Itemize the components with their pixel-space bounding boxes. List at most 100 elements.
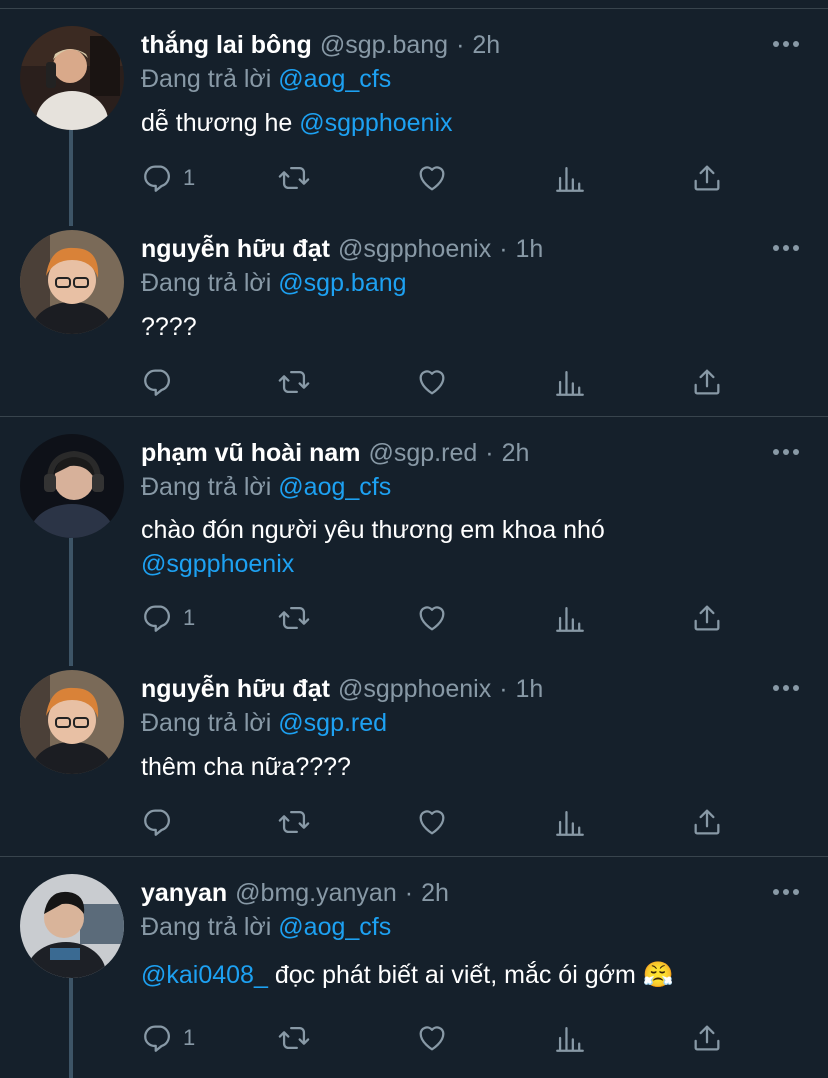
tweet-text: dễ thương he @sgpphoenix: [141, 106, 781, 140]
share-icon: [690, 1021, 724, 1055]
display-name[interactable]: nguyễn hữu đạt: [141, 675, 330, 703]
analytics-button[interactable]: [553, 1020, 587, 1056]
separator-dot: ·: [499, 235, 508, 263]
tweet-text-body: đọc phát biết ai viết, mắc ói gớm 😤: [274, 961, 674, 989]
like-icon: [415, 161, 449, 195]
replying-to-link[interactable]: @aog_cfs: [278, 65, 391, 93]
user-handle[interactable]: @sgp.red: [368, 439, 477, 467]
analytics-button[interactable]: [553, 364, 587, 400]
share-button[interactable]: [690, 160, 724, 196]
reply-button[interactable]: [141, 804, 183, 840]
replying-label: Đang trả lời: [141, 473, 272, 501]
tweet-header: nguyễn hữu đạt @sgpphoenix · 1h: [141, 234, 543, 264]
retweet-icon: [277, 601, 311, 635]
mention-link[interactable]: @sgpphoenix: [141, 550, 294, 578]
replying-to-link[interactable]: @aog_cfs: [278, 913, 391, 941]
timestamp[interactable]: 1h: [516, 235, 544, 263]
avatar[interactable]: [20, 874, 124, 978]
retweet-button[interactable]: [277, 160, 311, 196]
tweet-text-body: dễ thương he: [141, 109, 293, 137]
mention-link[interactable]: @kai0408_: [141, 961, 268, 989]
timestamp[interactable]: 1h: [516, 675, 544, 703]
replying-to: Đang trả lời @aog_cfs: [141, 912, 391, 942]
display-name[interactable]: yanyan: [141, 879, 227, 907]
tweet-text: @kai0408_ đọc phát biết ai viết, mắc ói …: [141, 958, 781, 992]
reply-button[interactable]: 1: [141, 1020, 195, 1056]
more-icon[interactable]: [771, 442, 801, 462]
display-name[interactable]: phạm vũ hoài nam: [141, 439, 360, 467]
share-button[interactable]: [690, 600, 724, 636]
mention-link[interactable]: @sgpphoenix: [299, 109, 452, 137]
tweet-actions: [141, 804, 741, 844]
like-icon: [415, 1021, 449, 1055]
retweet-button[interactable]: [277, 364, 311, 400]
analytics-button[interactable]: [553, 804, 587, 840]
timestamp[interactable]: 2h: [421, 879, 449, 907]
retweet-icon: [277, 161, 311, 195]
user-handle[interactable]: @sgpphoenix: [338, 675, 491, 703]
avatar[interactable]: [20, 230, 124, 334]
user-handle[interactable]: @sgpphoenix: [338, 235, 491, 263]
share-button[interactable]: [690, 364, 724, 400]
share-button[interactable]: [690, 1020, 724, 1056]
display-name[interactable]: thắng lai bông: [141, 31, 312, 59]
reply-button[interactable]: 1: [141, 160, 195, 196]
reply-button[interactable]: 1: [141, 600, 195, 636]
replying-to-link[interactable]: @sgp.red: [278, 709, 387, 737]
tweet-text: chào đón người yêu thương em khoa nhó @s…: [141, 513, 681, 581]
retweet-button[interactable]: [277, 600, 311, 636]
analytics-icon: [553, 1021, 587, 1055]
separator-dot: ·: [499, 675, 508, 703]
like-icon: [415, 365, 449, 399]
replying-to: Đang trả lời @sgp.bang: [141, 268, 407, 298]
user-handle[interactable]: @sgp.bang: [320, 31, 448, 59]
replying-to: Đang trả lời @aog_cfs: [141, 472, 391, 502]
like-button[interactable]: [415, 600, 449, 636]
tweet[interactable]: nguyễn hữu đạt @sgpphoenix · 1h Đang trả lờ…: [0, 204, 828, 416]
retweet-icon: [277, 805, 311, 839]
reply-button[interactable]: [141, 364, 183, 400]
tweet[interactable]: thắng lai bông @sgp.bang · 2h Đang trả lời …: [0, 0, 828, 220]
timestamp[interactable]: 2h: [472, 31, 500, 59]
replying-label: Đang trả lời: [141, 269, 272, 297]
like-button[interactable]: [415, 804, 449, 840]
reply-count: 1: [183, 1025, 196, 1050]
avatar[interactable]: [20, 26, 124, 130]
replying-to-link[interactable]: @sgp.bang: [278, 269, 406, 297]
tweet[interactable]: phạm vũ hoài nam @sgp.red · 2h Đang trả lời…: [0, 412, 828, 656]
analytics-button[interactable]: [553, 600, 587, 636]
reply-icon: [141, 805, 175, 839]
share-button[interactable]: [690, 804, 724, 840]
timestamp[interactable]: 2h: [502, 439, 530, 467]
tweet-text-body: ????: [141, 313, 197, 341]
retweet-icon: [277, 365, 311, 399]
more-icon[interactable]: [771, 238, 801, 258]
reply-icon: [141, 161, 175, 195]
like-button[interactable]: [415, 1020, 449, 1056]
like-button[interactable]: [415, 364, 449, 400]
avatar[interactable]: [20, 670, 124, 774]
tweet-actions: 1: [141, 160, 741, 200]
like-icon: [415, 805, 449, 839]
tweet-text: thêm cha nữa????: [141, 750, 781, 784]
analytics-button[interactable]: [553, 160, 587, 196]
display-name[interactable]: nguyễn hữu đạt: [141, 235, 330, 263]
tweet[interactable]: yanyan @bmg.yanyan · 2h Đang trả lời @aog_c…: [0, 856, 828, 1078]
more-icon[interactable]: [771, 678, 801, 698]
more-icon[interactable]: [771, 882, 801, 902]
like-button[interactable]: [415, 160, 449, 196]
replying-label: Đang trả lời: [141, 913, 272, 941]
more-icon[interactable]: [771, 34, 801, 54]
replying-label: Đang trả lời: [141, 709, 272, 737]
replying-to-link[interactable]: @aog_cfs: [278, 473, 391, 501]
tweet-text: ????: [141, 310, 781, 344]
tweet-header: yanyan @bmg.yanyan · 2h: [141, 878, 449, 908]
analytics-icon: [553, 365, 587, 399]
retweet-button[interactable]: [277, 804, 311, 840]
retweet-button[interactable]: [277, 1020, 311, 1056]
user-handle[interactable]: @bmg.yanyan: [235, 879, 397, 907]
avatar[interactable]: [20, 434, 124, 538]
tweet[interactable]: nguyễn hữu đạt @sgpphoenix · 1h Đang trả lờ…: [0, 644, 828, 856]
reply-icon: [141, 1021, 175, 1055]
tweet-text-body: thêm cha nữa????: [141, 753, 351, 781]
